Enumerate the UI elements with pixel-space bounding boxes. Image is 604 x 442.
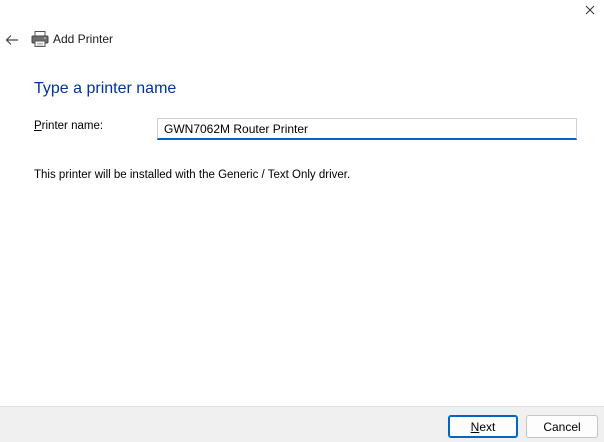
wizard-header: Add Printer	[0, 28, 604, 52]
back-button[interactable]	[2, 30, 22, 50]
page-title: Type a printer name	[34, 80, 177, 97]
printer-name-label: Printer name:	[34, 120, 103, 132]
close-icon	[585, 5, 595, 15]
next-button-mnemonic: N	[470, 419, 480, 434]
printer-name-label-text: rinter name:	[41, 120, 104, 132]
printer-name-label-mnemonic: P	[34, 120, 42, 132]
add-printer-window: Add Printer Type a printer name Printer …	[0, 0, 604, 442]
driver-info-text: This printer will be installed with the …	[34, 169, 351, 181]
printer-name-input[interactable]	[157, 118, 577, 140]
cancel-button[interactable]: Cancel	[526, 415, 598, 438]
wizard-footer: Next Cancel	[0, 406, 604, 442]
printer-icon	[31, 31, 49, 47]
next-button[interactable]: Next	[448, 415, 518, 438]
next-button-label: ext	[479, 419, 496, 434]
close-button[interactable]	[578, 0, 602, 20]
back-arrow-icon	[5, 35, 18, 45]
wizard-title: Add Printer	[53, 32, 114, 46]
